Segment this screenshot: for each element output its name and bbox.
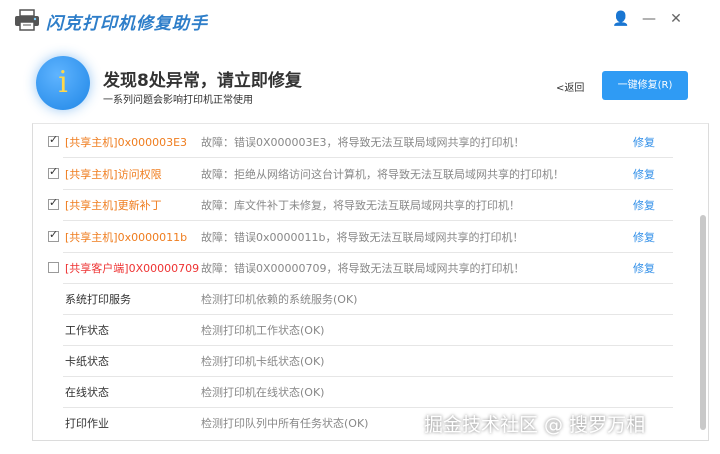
issue-row: [共享主机]访问权限 故障：拒绝从网络访问这台计算机，将导致无法互联局域网共享的… — [33, 158, 673, 189]
user-account-icon[interactable]: 👤 — [612, 10, 630, 28]
check-row: 卡纸状态 检测打印机卡纸状态(OK) — [33, 345, 673, 376]
check-row: 系统打印服务 检测打印机依赖的系统服务(OK) — [33, 283, 673, 314]
issue-row: [共享主机]0x000003E3 故障：错误0X000003E3，将导致无法互联… — [33, 126, 673, 157]
issue-checkbox[interactable] — [48, 196, 59, 210]
issue-fix-link[interactable]: 修复 — [633, 260, 655, 276]
check-description: 检测打印队列中所有任务状态(OK) — [201, 417, 369, 430]
issue-fix-link[interactable]: 修复 — [633, 166, 655, 182]
check-description: 检测打印机卡纸状态(OK) — [201, 355, 325, 368]
issue-description: 故障：错误0X000003E3，将导致无法互联局域网共享的打印机！ — [201, 136, 525, 149]
check-description: 检测打印机工作状态(OK) — [201, 324, 325, 337]
check-description: 检测打印机在线状态(OK) — [201, 386, 325, 399]
check-name: 卡纸状态 — [65, 355, 109, 368]
issue-row: [共享主机]更新补丁 故障：库文件补丁未修复，将导致无法互联局域网共享的打印机！… — [33, 189, 673, 220]
issue-description: 故障：库文件补丁未修复，将导致无法互联局域网共享的打印机！ — [201, 199, 520, 212]
issue-row: [共享主机]0x0000011b 故障：错误0x0000011b，将导致无法互联… — [33, 221, 673, 252]
issue-row: [共享客户端]0X00000709 故障：错误0X00000709，将导致无法互… — [33, 252, 673, 283]
info-alert-icon: i — [36, 56, 90, 110]
issue-checkbox[interactable] — [48, 262, 59, 273]
check-name: 在线状态 — [65, 386, 109, 399]
back-link[interactable]: <返回 — [556, 79, 584, 94]
issue-description: 故障：错误0X00000709，将导致无法互联局域网共享的打印机！ — [201, 262, 525, 275]
issue-name: [共享主机]访问权限 — [65, 168, 162, 181]
issue-list[interactable]: [共享主机]0x000003E3 故障：错误0X000003E3，将导致无法互联… — [32, 123, 709, 441]
issue-name: [共享客户端]0X00000709 — [65, 262, 200, 275]
headline: 发现8处异常，请立即修复 — [103, 71, 302, 91]
watermark: 掘金技术社区 @ 搜罗万相 — [424, 414, 646, 436]
issue-description: 故障：错误0x0000011b，将导致无法互联局域网共享的打印机！ — [201, 231, 524, 244]
minimize-button[interactable]: — — [640, 10, 658, 28]
check-row: 工作状态 检测打印机工作状态(OK) — [33, 314, 673, 345]
subline: 一系列问题会影响打印机正常使用 — [103, 95, 253, 106]
issue-checkbox[interactable] — [48, 165, 59, 179]
issue-name: [共享主机]更新补丁 — [65, 199, 162, 212]
issue-description: 故障：拒绝从网络访问这台计算机，将导致无法互联局域网共享的打印机！ — [201, 168, 564, 181]
title-bar: 闪克打印机修复助手 👤 — ✕ — [0, 0, 720, 40]
issue-checkbox[interactable] — [48, 133, 59, 147]
issue-fix-link[interactable]: 修复 — [633, 197, 655, 213]
issue-fix-link[interactable]: 修复 — [633, 229, 655, 245]
check-row: 在线状态 检测打印机在线状态(OK) — [33, 376, 673, 407]
close-button[interactable]: ✕ — [667, 10, 685, 28]
app-title: 闪克打印机修复助手 — [46, 14, 208, 34]
check-name: 工作状态 — [65, 324, 109, 337]
check-name: 系统打印服务 — [65, 293, 131, 306]
check-name: 打印作业 — [65, 417, 109, 430]
list-scrollbar[interactable] — [700, 215, 706, 430]
check-description: 检测打印机依赖的系统服务(OK) — [201, 293, 358, 306]
fix-all-button[interactable]: 一键修复(R) — [602, 71, 688, 100]
printer-logo-icon — [15, 9, 39, 31]
issue-fix-link[interactable]: 修复 — [633, 134, 655, 150]
issue-name: [共享主机]0x0000011b — [65, 231, 188, 244]
issue-name: [共享主机]0x000003E3 — [65, 136, 188, 149]
issue-checkbox[interactable] — [48, 228, 59, 242]
